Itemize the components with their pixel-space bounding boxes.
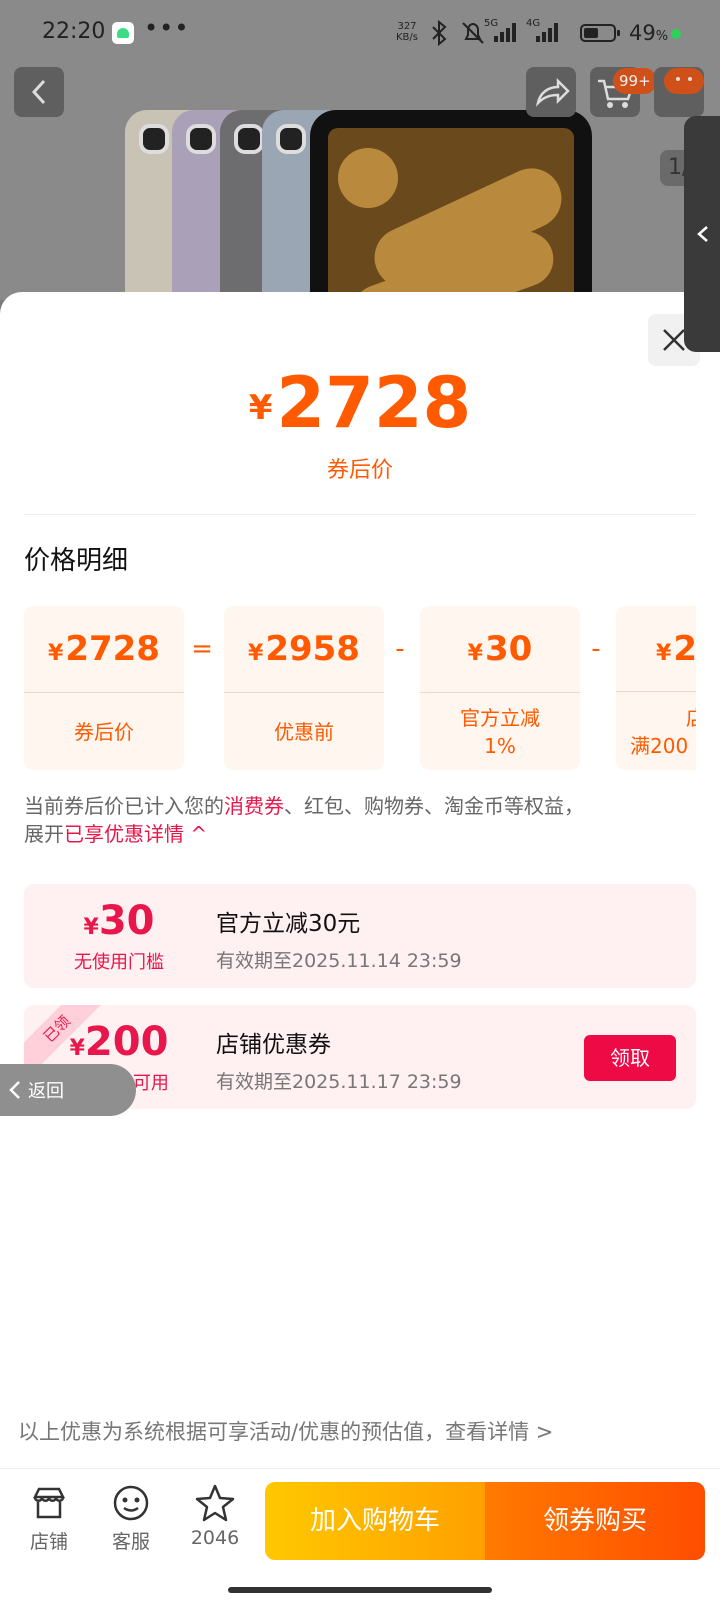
discount-note: 当前券后价已计入您的消费券、红包、购物券、淘金币等权益， 展开已享优惠详情 ^ xyxy=(24,794,584,846)
formula-card-shop: ¥2 店满200 xyxy=(616,606,696,770)
cart-badge: 99+ xyxy=(613,68,657,94)
share-button[interactable] xyxy=(526,67,576,117)
expand-discount-details-link[interactable]: 已享优惠详情 ^ xyxy=(64,822,207,846)
signal-4g-icon: 4G xyxy=(526,18,562,48)
bluetooth-icon xyxy=(432,20,447,46)
minus-sign: - xyxy=(395,634,405,664)
status-bar: 22:20 ••• 327 KB/s 5G 4G 49% xyxy=(0,0,720,66)
formula-card-official: ¥30 官方立减 1% xyxy=(420,606,580,770)
share-icon xyxy=(535,77,570,107)
more-notifications-icon: ••• xyxy=(144,14,190,42)
chevron-left-icon xyxy=(31,79,46,105)
star-icon xyxy=(195,1484,235,1522)
back-button[interactable] xyxy=(14,67,64,117)
dots-icon xyxy=(676,77,692,81)
clock: 22:20 xyxy=(42,19,106,44)
add-to-cart-button[interactable]: 加入购物车 xyxy=(265,1482,485,1560)
chevron-left-icon xyxy=(9,1081,20,1099)
customer-service-button[interactable]: 客服 xyxy=(96,1483,166,1554)
final-price-label: 券后价 xyxy=(326,458,393,483)
coupon-validity: 有效期至2025.11.17 23:59 xyxy=(216,1071,462,1093)
coupon-official[interactable]: ¥30 无使用门槛 官方立减30元 有效期至2025.11.14 23:59 xyxy=(24,884,696,988)
network-speed: 327 KB/s xyxy=(396,21,418,43)
minus-sign: - xyxy=(591,634,601,664)
claim-coupon-button[interactable]: 领取 xyxy=(584,1035,676,1081)
final-price: ¥2728 xyxy=(248,362,472,444)
coupon-title: 店铺优惠券 xyxy=(216,1032,331,1058)
service-face-icon xyxy=(113,1485,149,1521)
floating-back-button[interactable]: 返回 xyxy=(0,1064,136,1116)
favorite-button[interactable]: 2046 xyxy=(180,1483,250,1549)
formula-card-original: ¥2958 优惠前 xyxy=(224,606,384,770)
battery-percent: 49% xyxy=(629,21,669,45)
divider xyxy=(24,514,696,515)
floating-back-label: 返回 xyxy=(28,1081,64,1102)
price-formula[interactable]: ¥2728 券后价 = ¥2958 优惠前 - ¥30 官方立减 1% - ¥2 … xyxy=(24,606,696,770)
coupon-validity: 有效期至2025.11.14 23:59 xyxy=(216,950,462,972)
bottom-action-bar: 店铺 客服 2046 加入购物车 领券购买 xyxy=(0,1468,720,1601)
estimate-footnote-link[interactable]: 以上优惠为系统根据可享活动/优惠的预估值，查看详情 > xyxy=(18,1416,553,1446)
chevron-left-icon xyxy=(697,226,708,242)
side-drawer-tab[interactable] xyxy=(684,116,720,352)
consumption-coupon-link[interactable]: 消费券 xyxy=(224,794,284,818)
formula-card-final: ¥2728 券后价 xyxy=(24,606,184,770)
coupon-title: 官方立减30元 xyxy=(216,911,361,937)
equals-sign: = xyxy=(191,634,213,664)
battery-icon xyxy=(580,24,620,42)
buy-with-coupon-button[interactable]: 领券购买 xyxy=(485,1482,705,1560)
coupon-condition: 无使用门槛 xyxy=(74,952,164,973)
message-badge xyxy=(664,68,704,94)
home-indicator[interactable] xyxy=(228,1587,492,1593)
shop-button[interactable]: 店铺 xyxy=(14,1483,84,1554)
mute-bell-icon xyxy=(462,22,484,44)
section-title: 价格明细 xyxy=(24,546,129,576)
android-icon xyxy=(112,22,134,44)
signal-5g-icon: 5G xyxy=(484,18,520,48)
price-detail-sheet: ¥2728 券后价 价格明细 ¥2728 券后价 = ¥2958 优惠前 - ¥… xyxy=(0,292,720,1600)
coupon-amount: ¥200 xyxy=(69,1019,169,1065)
status-dot xyxy=(671,29,681,39)
coupon-amount: ¥30 xyxy=(83,898,155,944)
store-icon xyxy=(32,1487,66,1519)
ipad-front-image xyxy=(310,110,592,300)
